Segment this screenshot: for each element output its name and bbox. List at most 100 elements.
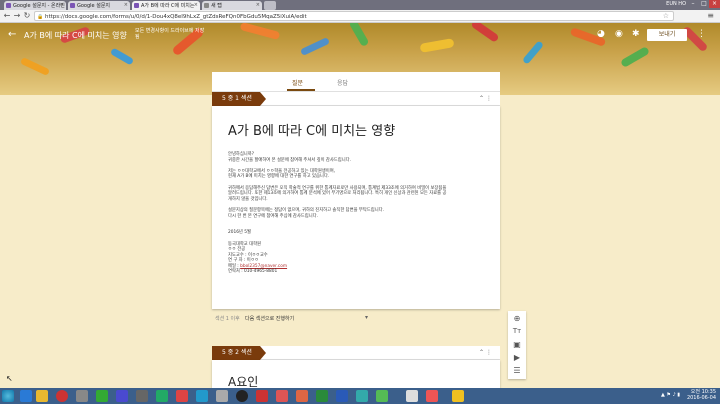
browser-tab[interactable]: Google 설문지 - 온라인 ×: [4, 1, 66, 10]
app-icon[interactable]: [136, 390, 148, 402]
tab-label: A가 B에 따라 C에 미치는: [141, 3, 195, 9]
send-button[interactable]: 보내기: [647, 29, 687, 41]
section-header: 5 중 1 섹션 ⌃ ⋮: [212, 92, 500, 106]
close-tab-icon[interactable]: ×: [124, 2, 128, 8]
section-label: 5 중 2 섹션: [212, 346, 266, 360]
section-icons: ⌃ ⋮: [479, 349, 492, 356]
add-title-icon[interactable]: Tт: [511, 327, 523, 335]
tab-label: 새 탭: [211, 3, 222, 9]
after-section-row: 섹션 1 이후 다음 섹션으로 진행하기 ▾: [215, 314, 368, 322]
section-header: 5 중 2 섹션 ⌃ ⋮: [212, 346, 500, 360]
form-title[interactable]: A가 B에 따라 C에 미치는 영향: [24, 30, 127, 41]
word-icon[interactable]: [336, 390, 348, 402]
app-icon[interactable]: [256, 390, 268, 402]
browser-menu-icon[interactable]: ≡: [707, 11, 714, 20]
browser-tab[interactable]: Google 설문지 ×: [68, 1, 130, 10]
app-icon[interactable]: [426, 390, 438, 402]
more-menu-icon[interactable]: ⋮: [697, 29, 706, 39]
after-section-select[interactable]: 다음 섹션으로 진행하기: [245, 315, 294, 322]
add-image-icon[interactable]: ▣: [511, 340, 523, 349]
add-question-icon[interactable]: ⊕: [511, 314, 523, 323]
reload-icon[interactable]: ↻: [22, 11, 32, 21]
close-tab-icon[interactable]: ×: [256, 2, 260, 8]
collapse-icon[interactable]: ⌃: [479, 95, 484, 102]
preview-eye-icon[interactable]: ◉: [615, 29, 623, 39]
tab-questions[interactable]: 질문: [292, 78, 303, 87]
close-tab-icon[interactable]: ×: [60, 2, 64, 8]
powerpoint-icon[interactable]: [296, 390, 308, 402]
forms-favicon-icon: [6, 3, 11, 8]
app-icon[interactable]: [176, 390, 188, 402]
forms-favicon-icon: [134, 3, 139, 8]
side-toolbar: ⊕ Tт ▣ ▶ ☰: [508, 311, 526, 379]
taskbar: ▲ ⚑ ♪ ▮ 오전 10:35 2016-06-04: [0, 388, 720, 404]
clock-date: 2016-06-04: [686, 395, 716, 401]
active-tab-indicator: [287, 89, 315, 91]
bookmark-star-icon[interactable]: ☆: [663, 12, 669, 20]
minimize-icon[interactable]: –: [688, 0, 698, 8]
add-section-icon[interactable]: ☰: [511, 366, 523, 375]
excel-icon[interactable]: [316, 390, 328, 402]
app-icon[interactable]: [236, 390, 248, 402]
after-section-value: 다음 섹션으로 진행하기: [245, 316, 295, 322]
section-description[interactable]: 안녕하십니까? 귀중한 시간을 할애하여 본 설문에 참여해 주셔서 깊이 감사…: [228, 152, 490, 275]
phone-text: 연락처 : 010-4965-8801: [228, 269, 278, 275]
palette-icon[interactable]: ◕: [597, 29, 605, 39]
app-icon[interactable]: [116, 390, 128, 402]
kakaotalk-icon[interactable]: [452, 390, 464, 402]
address-bar: ← → ↻ 🔒 https://docs.google.com/forms/u/…: [0, 10, 720, 23]
section-more-icon[interactable]: ⋮: [486, 349, 492, 356]
tab-responses[interactable]: 응답: [337, 78, 348, 87]
section-title[interactable]: A가 B에 따라 C에 미치는 영향: [228, 120, 395, 139]
lock-icon: 🔒: [37, 14, 44, 20]
browser-tab-bar: Google 설문지 - 온라인 × Google 설문지 × A가 B에 따라 C…: [0, 0, 720, 10]
settings-gear-icon[interactable]: ✱: [632, 29, 640, 39]
section-more-icon[interactable]: ⋮: [486, 95, 492, 102]
forms-favicon-icon: [70, 3, 75, 8]
app-icon[interactable]: [96, 390, 108, 402]
new-tab-button[interactable]: [264, 1, 276, 10]
save-status: 모든 변경사항이 드라이브에 저장됨: [135, 28, 205, 40]
user-badge[interactable]: EUN HO: [666, 1, 686, 7]
app-icon[interactable]: [356, 390, 368, 402]
url-text: https://docs.google.com/forms/u/0/d/1-Do…: [45, 14, 307, 20]
after-section-label: 섹션 1 이후: [215, 316, 240, 322]
close-tab-icon[interactable]: ×: [194, 2, 198, 8]
section-icons: ⌃ ⋮: [479, 95, 492, 102]
app-icon[interactable]: [406, 390, 418, 402]
back-arrow-icon[interactable]: ←: [8, 29, 16, 40]
explorer-icon[interactable]: [36, 390, 48, 402]
confetti: [19, 56, 51, 77]
browser-tab-active[interactable]: A가 B에 따라 C에 미치는 ×: [132, 1, 200, 10]
app-icon[interactable]: [156, 390, 168, 402]
app-icon[interactable]: [376, 390, 388, 402]
app-icon[interactable]: [276, 390, 288, 402]
collapse-icon[interactable]: ⌃: [479, 349, 484, 356]
clock[interactable]: 오전 10:35 2016-06-04: [687, 389, 716, 401]
ie-icon[interactable]: [20, 390, 32, 402]
url-input[interactable]: 🔒 https://docs.google.com/forms/u/0/d/1-…: [34, 11, 674, 21]
start-button-icon[interactable]: [2, 390, 14, 402]
description-text: 안녕하십니까? 귀중한 시간을 할애하여 본 설문에 참여해 주셔서 깊이 감사…: [228, 152, 447, 269]
browser-tab[interactable]: 새 탭 ×: [202, 1, 262, 10]
add-video-icon[interactable]: ▶: [511, 353, 523, 362]
maximize-icon[interactable]: □: [699, 0, 709, 8]
chrome-icon[interactable]: [56, 390, 68, 402]
back-nav-icon[interactable]: ←: [2, 11, 12, 21]
window-close-icon[interactable]: ×: [709, 0, 720, 8]
app-icon[interactable]: [216, 390, 228, 402]
confetti: [620, 46, 650, 68]
tab-label: Google 설문지 - 온라인: [13, 3, 65, 9]
dropdown-caret-icon[interactable]: ▾: [365, 314, 368, 321]
forms-app-bar: ← A가 B에 따라 C에 미치는 영향 모든 변경사항이 드라이브에 저장됨 …: [0, 23, 720, 47]
form-tabs: 질문 응답: [212, 72, 500, 92]
app-icon[interactable]: [76, 390, 88, 402]
newtab-favicon-icon: [204, 3, 209, 8]
mouse-cursor-icon: ↖: [6, 374, 13, 383]
system-tray[interactable]: ▲ ⚑ ♪ ▮: [661, 392, 680, 398]
tab-label: Google 설문지: [77, 3, 111, 9]
confetti: [109, 47, 135, 66]
forward-nav-icon[interactable]: →: [12, 11, 22, 21]
section-label: 5 중 1 섹션: [212, 92, 266, 106]
app-icon[interactable]: [196, 390, 208, 402]
